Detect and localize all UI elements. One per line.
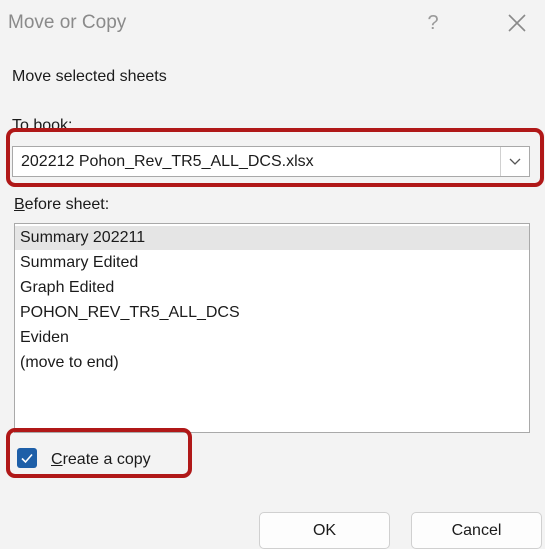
list-item[interactable]: (move to end) [15, 351, 529, 375]
create-copy-checkbox[interactable] [17, 448, 37, 468]
ok-button[interactable]: OK [259, 512, 390, 549]
before-sheet-label-accel: B [14, 196, 25, 213]
before-sheet-label-text: efore sheet: [24, 196, 110, 213]
dropdown-arrow-button[interactable] [500, 147, 529, 176]
dialog-subtitle: Move selected sheets [12, 68, 167, 85]
to-book-dropdown[interactable]: 202212 Pohon_Rev_TR5_ALL_DCS.xlsx [12, 146, 530, 177]
create-copy-label-accel: C [51, 451, 63, 468]
cancel-button[interactable]: Cancel [411, 512, 542, 549]
create-copy-label-text: reate a copy [62, 451, 151, 468]
before-sheet-label: Before sheet: [14, 196, 109, 214]
to-book-label: To book: [12, 117, 72, 135]
to-book-label-text: o book: [20, 117, 73, 134]
chevron-down-icon [509, 158, 521, 165]
move-or-copy-dialog: Move or Copy ? Move selected sheets To b… [0, 0, 545, 549]
list-item[interactable]: Summary 202211 [15, 226, 529, 250]
close-icon [508, 14, 526, 32]
checkmark-icon [21, 453, 33, 464]
list-item[interactable]: Eviden [15, 326, 529, 350]
close-button[interactable] [500, 6, 534, 40]
create-copy-label[interactable]: Create a copy [51, 451, 151, 469]
list-item[interactable]: POHON_REV_TR5_ALL_DCS [15, 301, 529, 325]
to-book-selected-value: 202212 Pohon_Rev_TR5_ALL_DCS.xlsx [21, 153, 314, 170]
before-sheet-list[interactable]: Summary 202211 Summary Edited Graph Edit… [14, 223, 530, 433]
to-book-label-accel: T [12, 117, 20, 134]
list-item[interactable]: Summary Edited [15, 251, 529, 275]
help-button[interactable]: ? [421, 8, 445, 38]
dialog-title: Move or Copy [8, 12, 127, 33]
list-item[interactable]: Graph Edited [15, 276, 529, 300]
